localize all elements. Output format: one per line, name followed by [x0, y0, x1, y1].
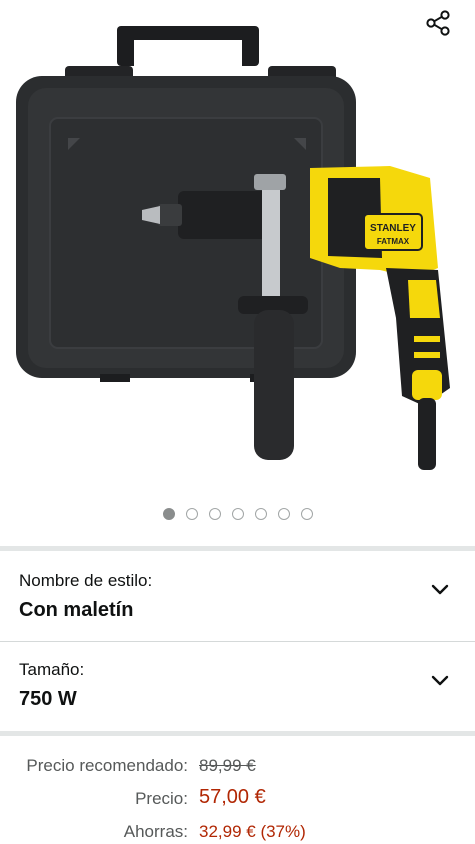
section-divider [0, 546, 475, 551]
image-pagination-dots [0, 508, 475, 520]
pagination-dot[interactable] [277, 508, 290, 520]
sale-price: 57,00 € [199, 786, 266, 808]
size-label: Tamaño: [19, 660, 85, 679]
size-selector[interactable]: Tamaño: 750 W [0, 642, 475, 730]
pagination-dot[interactable] [208, 508, 221, 520]
product-image-gallery[interactable]: STANLEY FATMAX [0, 0, 475, 545]
list-price-row: Precio recomendado: 89,99 € [0, 754, 475, 782]
style-value: Con maletín [19, 599, 134, 621]
pagination-dot[interactable] [185, 508, 198, 520]
svg-text:STANLEY: STANLEY [370, 223, 416, 234]
price-row: Precio: 57,00 € [0, 786, 475, 814]
price-label: Precio: [135, 789, 188, 808]
size-value: 750 W [19, 688, 77, 710]
list-price-label: Precio recomendado: [26, 756, 188, 775]
savings-amount: 32,99 € (37%) [199, 822, 306, 841]
chevron-down-icon [431, 584, 449, 595]
svg-text:FATMAX: FATMAX [377, 237, 410, 246]
pagination-dot[interactable] [231, 508, 244, 520]
chevron-down-icon [431, 675, 449, 686]
section-divider [0, 731, 475, 736]
savings-row: Ahorras: 32,99 € (37%) [0, 820, 475, 844]
product-image[interactable]: STANLEY FATMAX [10, 18, 465, 478]
style-label: Nombre de estilo: [19, 571, 153, 590]
savings-label: Ahorras: [123, 822, 188, 841]
style-selector[interactable]: Nombre de estilo: Con maletín [0, 552, 475, 640]
list-price: 89,99 € [199, 756, 256, 775]
pagination-dot[interactable] [300, 508, 313, 520]
pagination-dot[interactable] [162, 508, 175, 520]
pagination-dot[interactable] [254, 508, 267, 520]
